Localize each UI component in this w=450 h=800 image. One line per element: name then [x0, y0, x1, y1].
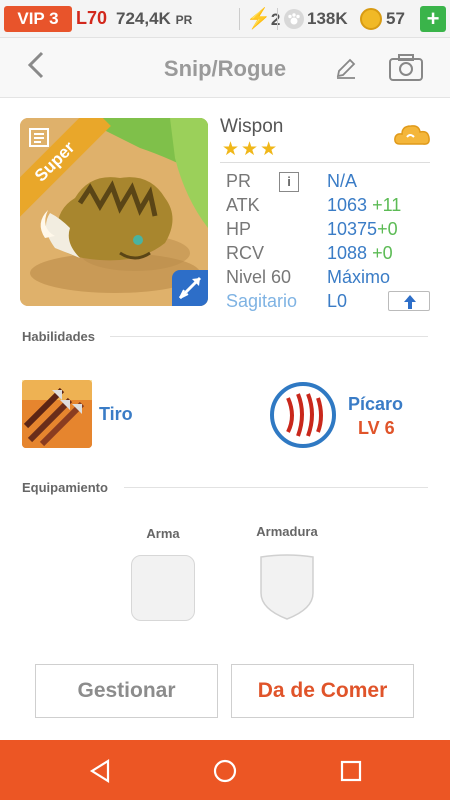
camera-icon[interactable]: [388, 54, 424, 82]
weapon-label: Arma: [146, 526, 180, 541]
stat-pr-label: PR: [226, 171, 252, 191]
divider: [277, 8, 278, 30]
skills-section-label: Habilidades: [22, 329, 95, 344]
cloud-icon: [392, 120, 432, 150]
stat-rcv-bonus: +0: [372, 243, 393, 263]
coin-count: 57: [386, 9, 405, 28]
divider: [220, 162, 430, 163]
upgrade-arrow-button[interactable]: [388, 291, 430, 311]
monster-name: Wispon: [220, 116, 284, 137]
card-info-icon[interactable]: [28, 126, 50, 148]
stat-atk: 1063 +11: [327, 195, 401, 216]
monster-portrait[interactable]: Super: [20, 118, 208, 306]
add-coins-button[interactable]: +: [420, 6, 446, 32]
class-level: LV 6: [358, 418, 395, 438]
zodiac-sign-label[interactable]: Sagitario: [226, 291, 297, 312]
divider: [239, 8, 240, 30]
skill-arrows-icon[interactable]: [22, 380, 92, 448]
divider: [110, 336, 428, 337]
pencil-icon[interactable]: [334, 56, 358, 80]
stat-hp-value: 10375: [327, 219, 378, 239]
stat-level-label: Nivel 60: [226, 267, 292, 287]
energy-counter[interactable]: ⚡2: [246, 6, 280, 31]
armor-label: Armadura: [256, 524, 318, 539]
recents-square-icon[interactable]: [338, 758, 364, 784]
stat-rcv-label: RCV: [226, 243, 265, 263]
page-title: Snip/Rogue: [163, 56, 287, 81]
stat-atk-label: ATK: [226, 195, 260, 215]
stat-rcv-value: 1088: [327, 243, 368, 263]
coin-icon: [360, 8, 382, 30]
paw-icon: [284, 9, 304, 29]
stat-atk-bonus: +11: [372, 195, 402, 215]
stat-level-value: Máximo: [327, 267, 391, 287]
paw-count: 138K: [307, 9, 348, 28]
back-triangle-icon[interactable]: [88, 758, 114, 784]
archer-class-icon: [172, 270, 208, 306]
lightning-icon: ⚡: [246, 8, 271, 30]
weapon-slot[interactable]: [131, 555, 195, 621]
system-nav-bar: [0, 740, 450, 800]
stat-rcv: 1088 +0: [327, 243, 393, 264]
vip-badge[interactable]: VIP 3: [4, 6, 72, 32]
skill-name[interactable]: Tiro: [99, 404, 133, 425]
armor-slot[interactable]: [255, 553, 319, 621]
class-name[interactable]: Pícaro: [348, 394, 403, 415]
stat-hp-label: HP: [226, 219, 252, 239]
energy-value: 2: [270, 10, 281, 29]
player-pr-unit: PR: [175, 13, 193, 27]
info-icon[interactable]: i: [279, 172, 299, 192]
stat-pr-value: N/A: [327, 171, 358, 191]
zodiac-sign-value: L0: [327, 291, 348, 311]
equipment-section-label: Equipamiento: [22, 480, 108, 495]
player-pr: 724,4K PR: [116, 9, 192, 29]
stat-atk-value: 1063: [327, 195, 368, 215]
player-level: L70: [76, 8, 108, 28]
home-circle-icon[interactable]: [212, 758, 238, 784]
manage-button[interactable]: Gestionar: [35, 664, 218, 718]
rogue-class-icon[interactable]: [270, 382, 336, 448]
status-bar: VIP 3 L70 724,4K PR ⚡2 138K 57 +: [0, 0, 450, 38]
stat-hp-bonus: +0: [377, 219, 398, 239]
feed-button[interactable]: Da de Comer: [231, 664, 414, 718]
divider: [124, 487, 428, 488]
header: Snip/Rogue: [0, 38, 450, 98]
star-rating: ★★★: [222, 139, 280, 160]
player-pr-value: 724,4K: [116, 9, 171, 28]
stat-hp: 10375+0: [327, 219, 398, 240]
